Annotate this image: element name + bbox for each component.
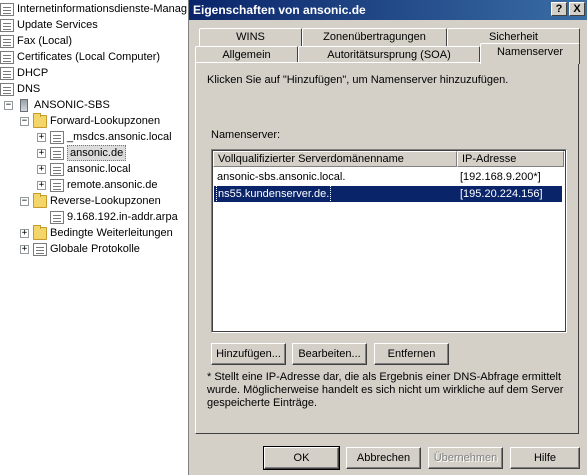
name-server-list[interactable]: Vollqualifizierter Serverdomänenname IP-…: [211, 149, 567, 333]
tree-item-label: 9.168.192.in-addr.arpa: [67, 211, 178, 223]
collapse-icon[interactable]: −: [4, 100, 13, 110]
dns-icon: [0, 82, 14, 96]
tree-item[interactable]: Certificates (Local Computer): [0, 49, 160, 65]
tree-item[interactable]: + ansonic.de: [37, 145, 127, 161]
tree-item[interactable]: DHCP: [0, 65, 48, 81]
name-server-list-label: Namenserver:: [211, 129, 281, 141]
tree-item-label: Certificates (Local Computer): [17, 51, 161, 63]
server-ip: [192.168.9.200*]: [460, 171, 541, 183]
server-name: ns55.kundenserver.de.: [215, 185, 332, 203]
tree-item[interactable]: − Reverse-Lookupzonen: [20, 192, 161, 209]
tree-item-label: ansonic.local: [67, 163, 131, 175]
tree-item-label: Fax (Local): [17, 35, 73, 47]
dialog-title: Eigenschaften von ansonic.de: [193, 3, 366, 17]
certificates-icon: [0, 50, 14, 64]
column-header-fqdn[interactable]: Vollqualifizierter Serverdomänenname: [213, 151, 457, 167]
tree-item-label: Update Services: [17, 19, 98, 31]
close-title-button[interactable]: X: [569, 2, 585, 16]
remove-button[interactable]: Entfernen: [374, 343, 449, 365]
tree-item-label: Bedingte Weiterleitungen: [50, 227, 173, 239]
cancel-button[interactable]: Abbrechen: [346, 447, 421, 469]
server-icon: [20, 98, 28, 112]
iis-icon: [0, 2, 14, 16]
zone-icon: [50, 178, 64, 192]
zone-icon: [50, 130, 64, 144]
list-item-selected[interactable]: ns55.kundenserver.de. [195.20.224.156]: [214, 185, 562, 203]
tree-item[interactable]: + _msdcs.ansonic.local: [37, 129, 172, 145]
tree-item-label: Forward-Lookupzonen: [50, 115, 161, 127]
list-item[interactable]: ansonic-sbs.ansonic.local. [192.168.9.20…: [214, 169, 562, 185]
tree-item[interactable]: − Forward-Lookupzonen: [20, 112, 161, 129]
ok-button[interactable]: OK: [263, 446, 340, 470]
tree-item[interactable]: Update Services: [0, 17, 98, 33]
instruction-text: Klicken Sie auf "Hinzufügen", um Namense…: [207, 74, 509, 86]
tab-panel: Klicken Sie auf "Hinzufügen", um Namense…: [195, 62, 579, 434]
tree-item-label: ansonic.de: [67, 145, 127, 161]
tree-item[interactable]: + ansonic.local: [37, 161, 131, 177]
expand-icon[interactable]: +: [37, 132, 46, 142]
tree-item[interactable]: 9.168.192.in-addr.arpa: [37, 209, 178, 225]
console-tree: Internetinformationsdienste-Manag Update …: [0, 0, 190, 475]
column-header-ip[interactable]: IP-Adresse: [457, 151, 564, 167]
dhcp-icon: [0, 66, 14, 80]
tree-item-label: DHCP: [17, 67, 49, 79]
tree-item-label: Reverse-Lookupzonen: [50, 195, 161, 207]
tree-item[interactable]: + Globale Protokolle: [20, 241, 140, 257]
footnote-text: * Stellt eine IP-Adresse dar, die als Er…: [207, 371, 564, 409]
tab-zone-transfers[interactable]: Zonenübertragungen: [302, 28, 447, 46]
server-ip: [195.20.224.156]: [460, 188, 543, 200]
expand-icon[interactable]: +: [20, 228, 29, 238]
tree-item-label: DNS: [17, 83, 41, 95]
collapse-icon[interactable]: −: [20, 116, 29, 126]
tree-item-label: remote.ansonic.de: [67, 179, 158, 191]
tree-item[interactable]: Fax (Local): [0, 33, 72, 49]
expand-icon[interactable]: +: [37, 148, 46, 158]
expand-icon[interactable]: +: [37, 164, 46, 174]
expand-icon[interactable]: +: [20, 244, 29, 254]
tab-name-servers[interactable]: Namenserver: [480, 43, 580, 64]
edit-button[interactable]: Bearbeiten...: [292, 343, 367, 365]
tree-item[interactable]: + remote.ansonic.de: [37, 177, 158, 193]
expand-icon[interactable]: +: [37, 180, 46, 190]
dialog-titlebar: Eigenschaften von ansonic.de ? X: [189, 0, 587, 20]
zone-icon: [50, 146, 64, 160]
zone-icon: [50, 210, 64, 224]
tree-item-label: ANSONIC-SBS: [34, 99, 110, 111]
help-title-button[interactable]: ?: [551, 2, 567, 16]
add-button[interactable]: Hinzufügen...: [211, 343, 286, 365]
tab-wins[interactable]: WINS: [199, 28, 302, 46]
tree-item[interactable]: DNS: [0, 81, 40, 97]
folder-icon: [33, 192, 47, 208]
tree-item[interactable]: − ANSONIC-SBS: [4, 97, 110, 113]
tree-item-label: _msdcs.ansonic.local: [67, 131, 172, 143]
folder-icon: [33, 112, 47, 128]
properties-dialog: Eigenschaften von ansonic.de ? X WINS Zo…: [188, 0, 587, 475]
update-services-icon: [0, 18, 14, 32]
apply-button[interactable]: Übernehmen: [428, 447, 503, 469]
server-name: ansonic-sbs.ansonic.local.: [217, 171, 346, 183]
fax-icon: [0, 34, 14, 48]
tree-item[interactable]: Internetinformationsdienste-Manag: [0, 1, 187, 17]
log-icon: [33, 242, 47, 256]
tree-item-label: Globale Protokolle: [50, 243, 140, 255]
folder-icon: [33, 224, 47, 240]
tree-item-label: Internetinformationsdienste-Manag: [17, 3, 187, 15]
tree-item[interactable]: + Bedingte Weiterleitungen: [20, 224, 173, 241]
help-button[interactable]: Hilfe: [510, 447, 580, 469]
zone-icon: [50, 162, 64, 176]
collapse-icon[interactable]: −: [20, 196, 29, 206]
